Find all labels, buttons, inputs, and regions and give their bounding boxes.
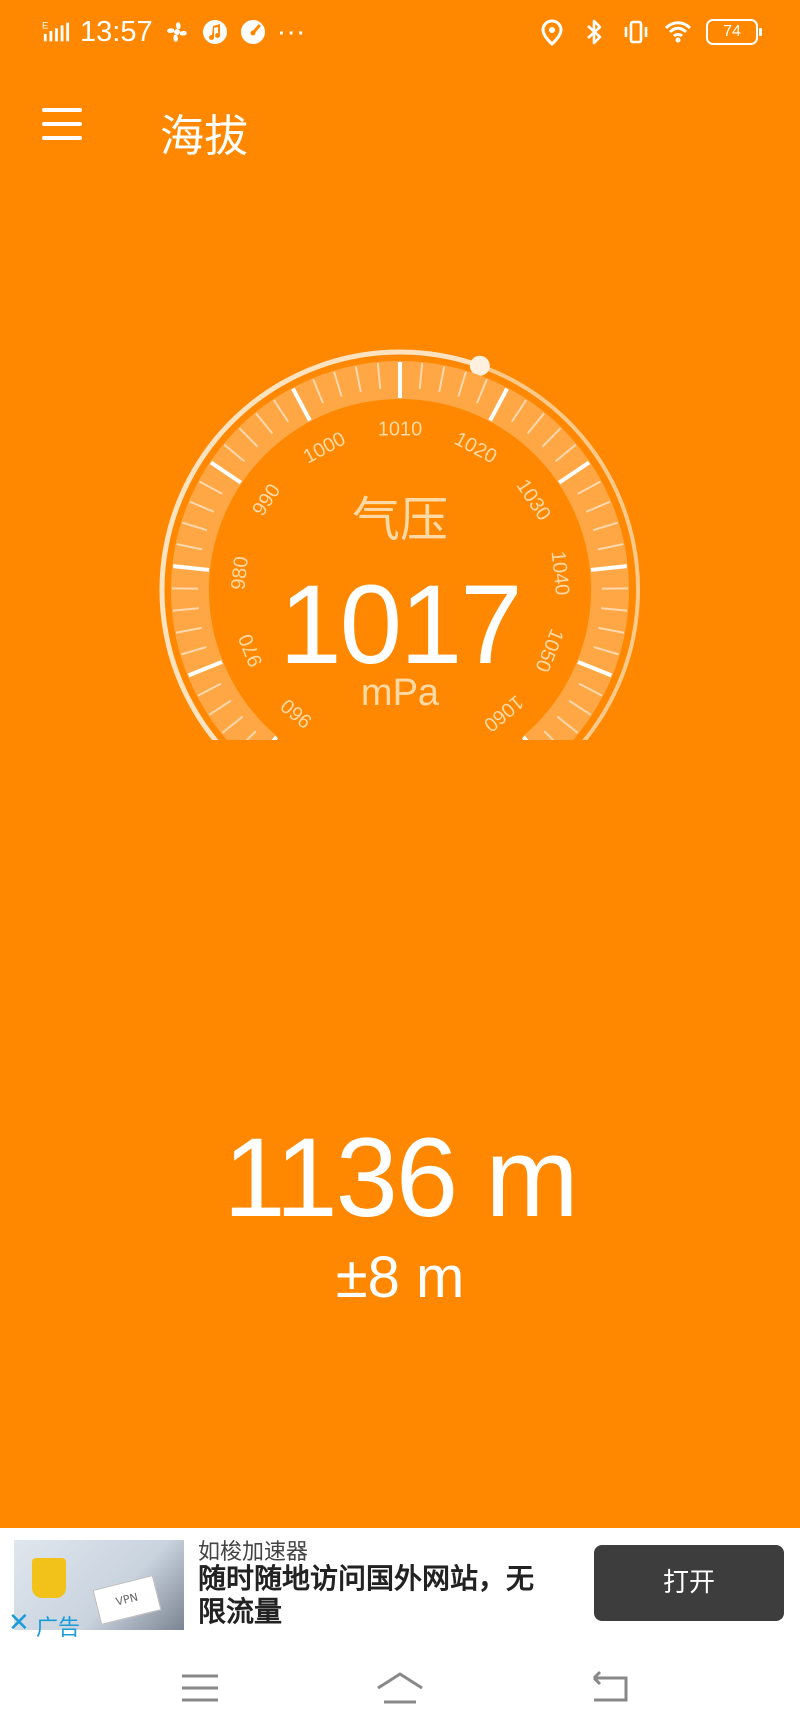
music-icon — [202, 20, 227, 44]
status-time: 13:57 — [80, 15, 153, 48]
ad-banner[interactable]: VPN ✕ 广告 如梭加速器 随时随地访问国外网站，无限流量 打开 — [0, 1528, 800, 1641]
ad-open-button[interactable]: 打开 — [594, 1545, 784, 1621]
ad-text[interactable]: 随时随地访问国外网站，无限流量 — [198, 1562, 538, 1628]
status-bar: E 13:57 ··· 74 — [0, 0, 800, 64]
gauge-tick-label: 1020 — [451, 428, 501, 468]
altitude-readout: 1136 m ±8 m — [0, 1115, 800, 1311]
signal-icon: E — [42, 20, 70, 42]
home-icon[interactable] — [370, 1668, 430, 1708]
pressure-value: 1017 — [279, 562, 522, 687]
close-icon[interactable]: ✕ — [8, 1608, 30, 1638]
gauge-tick-label: 1000 — [300, 428, 350, 468]
hamburger-menu-icon[interactable] — [40, 104, 84, 144]
back-icon[interactable] — [580, 1668, 640, 1708]
app-bar: 海拔 — [0, 80, 800, 170]
fan-icon — [166, 22, 187, 42]
altitude-value: 1136 m — [223, 1115, 578, 1240]
system-nav-bar — [0, 1638, 800, 1733]
menu-icon[interactable] — [170, 1668, 230, 1708]
ad-image-caption: VPN — [92, 1575, 162, 1625]
gauge-tick-label: 1010 — [378, 418, 423, 440]
location-icon — [541, 19, 563, 46]
battery-icon: 74 — [706, 19, 762, 45]
altitude-accuracy: ±8 m — [335, 1245, 465, 1310]
pressure-unit: mPa — [360, 672, 440, 714]
more-notifications: ··· — [276, 15, 306, 48]
gauge-title: 气压 — [351, 492, 448, 548]
battery-level: 74 — [723, 23, 741, 40]
cup-icon — [32, 1558, 66, 1598]
bluetooth-icon — [587, 19, 602, 45]
network-indicator: E — [42, 20, 48, 30]
wifi-icon — [664, 21, 692, 43]
pressure-gauge: 960 970 980 990 1000 1010 1020 1030 1040 1050 1060… — [0, 300, 800, 740]
speedometer-icon — [240, 20, 265, 44]
vibrate-icon — [624, 20, 648, 44]
page-title: 海拔 — [160, 111, 248, 162]
gauge-indicator-dot — [469, 355, 490, 376]
